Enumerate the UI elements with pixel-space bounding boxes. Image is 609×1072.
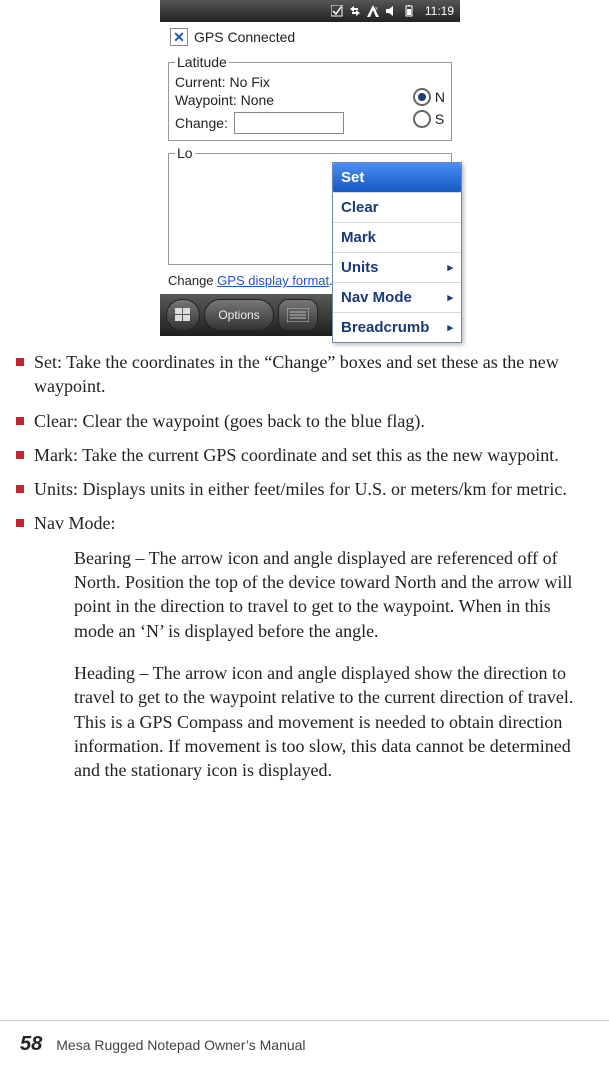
gps-connected-label: GPS Connected	[194, 29, 295, 45]
menu-item-set[interactable]: Set	[333, 163, 461, 193]
radio-n[interactable]: N	[413, 88, 445, 106]
current-value: No Fix	[229, 74, 269, 90]
bullet-icon	[16, 485, 24, 493]
latitude-legend: Latitude	[175, 54, 229, 70]
battery-icon	[403, 5, 415, 17]
bullet-icon	[16, 519, 24, 527]
bullet-icon	[16, 358, 24, 366]
menu-item-units[interactable]: Units▸	[333, 253, 461, 283]
keyboard-button[interactable]	[278, 299, 318, 331]
menu-item-mark[interactable]: Mark	[333, 223, 461, 253]
status-time: 11:19	[425, 4, 454, 18]
device-screenshot: x 11:19 ✕ GPS Connected Latitude Current…	[160, 0, 460, 336]
bullet-units: Units: Displays units in either feet/mil…	[16, 477, 599, 501]
bullet-clear: Clear: Clear the waypoint (goes back to …	[16, 409, 599, 433]
gps-connected-checkbox[interactable]: ✕	[170, 28, 188, 46]
sync-icon	[349, 5, 361, 17]
bullet-mark: Mark: Take the current GPS coordinate an…	[16, 443, 599, 467]
menu-item-navmode[interactable]: Nav Mode▸	[333, 283, 461, 313]
change-label: Change:	[175, 115, 228, 131]
submenu-arrow-icon: ▸	[447, 291, 453, 304]
menu-item-clear[interactable]: Clear	[333, 193, 461, 223]
longitude-legend: Lo	[175, 145, 195, 161]
manual-text: Set: Take the coordinates in the “Change…	[0, 336, 609, 782]
waypoint-value: None	[241, 92, 274, 108]
signal-icon: x	[367, 5, 379, 17]
context-menu: Set Clear Mark Units▸ Nav Mode▸ Breadcru…	[332, 162, 462, 343]
sub-heading: Heading – The arrow icon and angle displ…	[74, 661, 589, 782]
bullet-navmode: Nav Mode:	[16, 511, 599, 535]
current-label: Current:	[175, 74, 226, 90]
change-input[interactable]	[234, 112, 344, 134]
radio-s[interactable]: S	[413, 110, 445, 128]
submenu-arrow-icon: ▸	[447, 261, 453, 274]
latitude-group: Latitude Current: No Fix Waypoint: None …	[168, 54, 452, 141]
start-button[interactable]	[166, 299, 200, 331]
footer-title: Mesa Rugged Notepad Owner’s Manual	[56, 1037, 305, 1053]
bullet-set: Set: Take the coordinates in the “Change…	[16, 350, 599, 399]
page-number: 58	[20, 1033, 42, 1056]
sub-bearing: Bearing – The arrow icon and angle displ…	[74, 546, 589, 643]
submenu-arrow-icon: ▸	[447, 321, 453, 334]
page-footer: 58 Mesa Rugged Notepad Owner’s Manual	[0, 1020, 609, 1056]
speaker-icon	[385, 5, 397, 17]
format-link[interactable]: GPS display format	[217, 273, 329, 288]
bullet-icon	[16, 417, 24, 425]
svg-text:x: x	[375, 6, 378, 12]
check-icon	[331, 5, 343, 17]
status-bar: x 11:19	[160, 0, 460, 22]
bullet-icon	[16, 451, 24, 459]
options-button[interactable]: Options	[204, 299, 274, 331]
menu-item-breadcrumb[interactable]: Breadcrumb▸	[333, 313, 461, 342]
waypoint-label: Waypoint:	[175, 92, 237, 108]
